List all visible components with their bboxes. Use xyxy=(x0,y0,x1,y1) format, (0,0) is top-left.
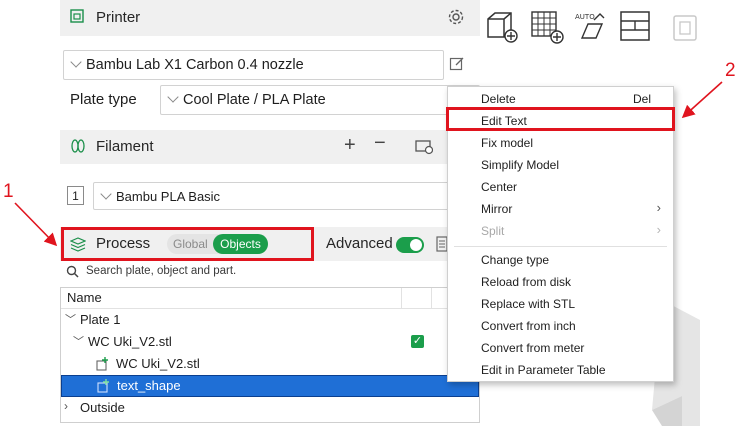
arrow-to-edit-text xyxy=(681,81,723,119)
arrow-to-process xyxy=(14,202,58,247)
annotation-arrows xyxy=(14,81,723,247)
